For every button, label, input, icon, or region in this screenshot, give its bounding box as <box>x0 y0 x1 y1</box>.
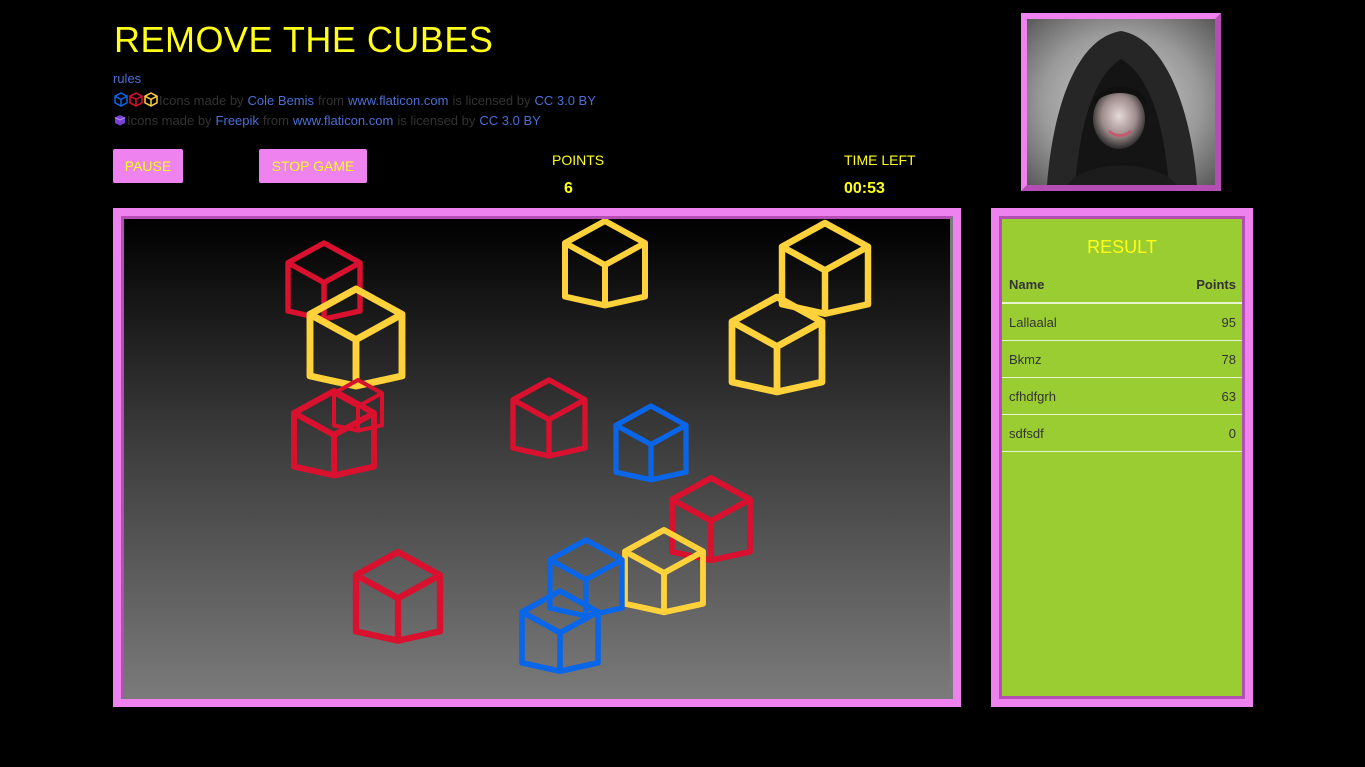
table-row: Bkmz 78 <box>1002 341 1242 378</box>
player-name: sdfsdf <box>1009 425 1044 441</box>
cubes-layer[interactable] <box>124 219 950 696</box>
game-board-area[interactable] <box>121 216 953 699</box>
points-label: POINTS <box>552 152 605 168</box>
license-link[interactable]: CC 3.0 BY <box>479 113 540 128</box>
pause-button[interactable]: PAUSE <box>113 149 183 183</box>
results-panel: RESULT Name Points Lallaalal 95 Bkmz 78 … <box>991 208 1253 707</box>
name-column-header: Name <box>1009 276 1045 292</box>
cube-red[interactable] <box>352 548 444 644</box>
flaticon-link[interactable]: www.flaticon.com <box>348 93 448 108</box>
cube-yellow[interactable] <box>306 285 406 390</box>
cube-blue[interactable] <box>519 588 601 675</box>
stop-game-button[interactable]: STOP GAME <box>259 149 367 183</box>
player-points: 78 <box>1221 351 1236 367</box>
player-name: Bkmz <box>1009 351 1042 367</box>
player-points: 63 <box>1221 388 1236 404</box>
results-header-row: Name Points <box>1002 266 1242 304</box>
purple-cube-icon <box>113 111 127 130</box>
credit-text: from <box>262 113 289 128</box>
cube-blue[interactable] <box>613 403 689 483</box>
results-title: RESULT <box>1087 237 1157 257</box>
rules-link[interactable]: rules <box>113 71 141 86</box>
license-link[interactable]: CC 3.0 BY <box>534 93 595 108</box>
flaticon-link[interactable]: www.flaticon.com <box>293 113 393 128</box>
credit-text: from <box>318 93 345 108</box>
cube-red[interactable] <box>510 377 588 459</box>
table-row: Lallaalal 95 <box>1002 304 1242 341</box>
hooded-figure-image <box>1027 19 1215 185</box>
table-row: sdfsdf 0 <box>1002 415 1242 452</box>
points-column-header: Points <box>1196 276 1236 292</box>
player-avatar <box>1021 13 1221 191</box>
author-link[interactable]: Cole Bemis <box>248 93 314 108</box>
time-left-value: 00:53 <box>844 180 885 197</box>
cube-yellow[interactable] <box>562 219 648 309</box>
table-row: cfhdfgrh 63 <box>1002 378 1242 415</box>
credit-text: is licensed by <box>397 113 476 128</box>
cube-red[interactable] <box>669 475 753 564</box>
game-board[interactable] <box>113 208 961 707</box>
player-name: cfhdfgrh <box>1009 388 1056 404</box>
cube-yellow[interactable] <box>778 219 872 317</box>
cube-yellow[interactable] <box>728 293 826 396</box>
author-link[interactable]: Freepik <box>216 113 259 128</box>
game-page: REMOVE THE CUBES rules Icons made by Col… <box>0 0 1365 767</box>
time-left-label: TIME LEFT <box>844 152 916 168</box>
credit-text: Icons made by <box>127 113 212 128</box>
credit-text: Icons made by <box>159 93 244 108</box>
cube-yellow[interactable] <box>622 527 706 616</box>
player-points: 95 <box>1221 314 1236 330</box>
credit-line-cole-bemis: Icons made by Cole Bemis from www.flatic… <box>113 91 596 110</box>
results-table: Name Points Lallaalal 95 Bkmz 78 cfhdfgr… <box>1002 266 1242 452</box>
points-value: 6 <box>564 180 573 197</box>
player-name: Lallaalal <box>1009 314 1057 330</box>
credit-line-freepik: Icons made by Freepik from www.flaticon.… <box>113 111 541 130</box>
page-title: REMOVE THE CUBES <box>114 19 494 60</box>
player-points: 0 <box>1228 425 1236 441</box>
cube-icons-set <box>113 91 159 110</box>
credit-text: is licensed by <box>452 93 531 108</box>
